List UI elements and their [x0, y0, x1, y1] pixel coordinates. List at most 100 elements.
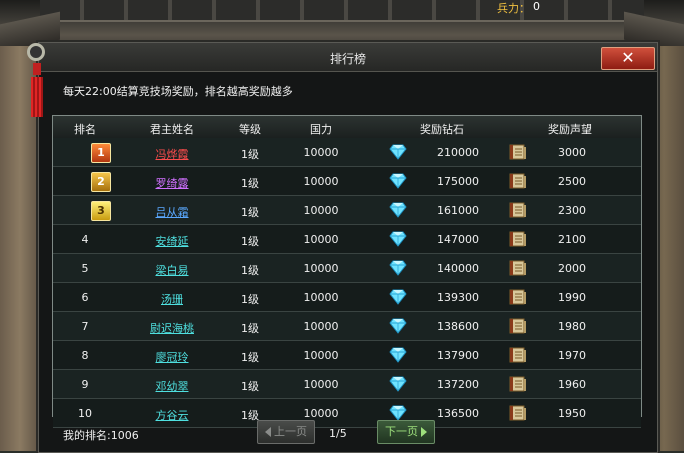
rank-cell: 9 — [81, 378, 89, 391]
book-icon — [508, 201, 528, 219]
power-cell: 10000 — [303, 349, 339, 362]
level-cell: 1级 — [241, 177, 259, 190]
table-row: 8 廖冠玲 1级 10000 137900 1970 — [53, 341, 641, 370]
window-title: 排行榜 — [329, 52, 366, 66]
soldier-label: 兵力： — [497, 2, 530, 15]
table-header: 排名 君主姓名 等级 国力 奖励钻石 奖励声望 — [53, 116, 641, 139]
diamond-icon — [389, 318, 407, 334]
level-cell: 1级 — [241, 148, 259, 161]
reputation-reward-cell: 1990 — [558, 291, 586, 304]
reputation-reward-cell: 2000 — [558, 262, 586, 275]
book-icon — [508, 288, 528, 306]
header-power: 国力 — [310, 123, 332, 136]
player-name-link[interactable]: 廖冠玲 — [127, 349, 217, 365]
rank-cell: 4 — [81, 233, 89, 246]
table-row: 1 冯烨霞 1级 10000 210000 3000 — [53, 138, 641, 167]
prev-page-button[interactable]: 上一页 — [257, 420, 315, 444]
player-name-link[interactable]: 方谷云 — [127, 407, 217, 423]
player-name-link[interactable]: 汤珊 — [127, 291, 217, 307]
power-cell: 10000 — [303, 204, 339, 217]
table-row: 2 罗绮露 1级 10000 175000 2500 — [53, 167, 641, 196]
header-reputation: 奖励声望 — [548, 123, 592, 136]
diamond-icon — [389, 289, 407, 305]
rank-cell: 7 — [81, 320, 89, 333]
rank-cell: 6 — [81, 291, 89, 304]
book-icon — [508, 230, 528, 248]
next-page-button[interactable]: 下一页 — [377, 420, 435, 444]
reputation-reward-cell: 1970 — [558, 349, 586, 362]
ranking-window: 排行榜 ✕ 每天22:00结算竞技场奖励，排名越高奖励越多 排名 君主姓名 等级… — [27, 42, 658, 453]
level-cell: 1级 — [241, 206, 259, 219]
reputation-reward-cell: 2100 — [558, 233, 586, 246]
soldier-value: 0 — [533, 0, 540, 13]
player-name-link[interactable]: 罗绮露 — [127, 175, 217, 191]
level-cell: 1级 — [241, 293, 259, 306]
tassel-ornament — [25, 43, 49, 123]
table-row: 9 邓幼翠 1级 10000 137200 1960 — [53, 370, 641, 399]
book-icon — [508, 404, 528, 422]
reputation-reward-cell: 2500 — [558, 175, 586, 188]
diamond-icon — [389, 347, 407, 363]
book-icon — [508, 375, 528, 393]
reputation-reward-cell: 3000 — [558, 146, 586, 159]
rank-cell: 8 — [81, 349, 89, 362]
diamond-icon — [389, 260, 407, 276]
power-cell: 10000 — [303, 320, 339, 333]
reputation-reward-cell: 1960 — [558, 378, 586, 391]
rank-cell: 5 — [81, 262, 89, 275]
table-row: 4 安绮延 1级 10000 147000 2100 — [53, 225, 641, 254]
book-icon — [508, 143, 528, 161]
window-titlebar: 排行榜 ✕ — [39, 43, 657, 72]
my-rank: 我的排名:1006 — [63, 429, 139, 442]
level-cell: 1级 — [241, 322, 259, 335]
table-row: 7 尉迟海桃 1级 10000 138600 1980 — [53, 312, 641, 341]
close-icon: ✕ — [621, 48, 635, 67]
power-cell: 10000 — [303, 291, 339, 304]
page-indicator: 1/5 — [329, 427, 347, 440]
rank-badge: 3 — [91, 201, 111, 221]
ranking-table: 排名 君主姓名 等级 国力 奖励钻石 奖励声望 1 冯烨霞 1级 10000 2 1000… — [52, 115, 642, 428]
header-level: 等级 — [239, 123, 261, 136]
player-name-link[interactable]: 安绮延 — [127, 233, 217, 249]
rank-cell: 10 — [78, 407, 92, 420]
arrow-right-icon — [421, 427, 427, 437]
player-name-link[interactable]: 吕从霜 — [127, 204, 217, 220]
power-cell: 10000 — [303, 378, 339, 391]
level-cell: 1级 — [241, 351, 259, 364]
player-name-link[interactable]: 梁白易 — [127, 262, 217, 278]
level-cell: 1级 — [241, 235, 259, 248]
diamond-icon — [389, 376, 407, 392]
power-cell: 10000 — [303, 407, 339, 420]
power-cell: 10000 — [303, 233, 339, 246]
reputation-reward-cell: 1950 — [558, 407, 586, 420]
book-icon — [508, 317, 528, 335]
table-body: 1 冯烨霞 1级 10000 210000 3000 2 罗绮露 1级 10000 175000 25… — [53, 138, 641, 428]
arrow-left-icon — [265, 427, 271, 437]
player-name-link[interactable]: 尉迟海桃 — [127, 320, 217, 336]
level-cell: 1级 — [241, 380, 259, 393]
player-name-link[interactable]: 冯烨霞 — [127, 146, 217, 162]
reputation-reward-cell: 1980 — [558, 320, 586, 333]
close-button[interactable]: ✕ — [601, 47, 655, 70]
prev-page-label: 上一页 — [274, 425, 307, 438]
book-icon — [508, 346, 528, 364]
reward-notice: 每天22:00结算竞技场奖励，排名越高奖励越多 — [63, 85, 293, 98]
table-row: 5 梁白易 1级 10000 140000 2000 — [53, 254, 641, 283]
power-cell: 10000 — [303, 146, 339, 159]
diamond-icon — [389, 202, 407, 218]
table-row: 6 汤珊 1级 10000 139300 1990 — [53, 283, 641, 312]
rank-badge: 2 — [91, 172, 111, 192]
diamond-icon — [389, 231, 407, 247]
header-name: 君主姓名 — [150, 123, 194, 136]
book-icon — [508, 259, 528, 277]
player-name-link[interactable]: 邓幼翠 — [127, 378, 217, 394]
diamond-icon — [389, 173, 407, 189]
table-row: 10 方谷云 1级 10000 136500 1950 — [53, 399, 641, 428]
next-page-label: 下一页 — [385, 425, 418, 438]
reputation-reward-cell: 2300 — [558, 204, 586, 217]
level-cell: 1级 — [241, 264, 259, 277]
book-icon — [508, 172, 528, 190]
rank-badge: 1 — [91, 143, 111, 163]
diamond-icon — [389, 405, 407, 421]
header-diamond: 奖励钻石 — [420, 123, 464, 136]
